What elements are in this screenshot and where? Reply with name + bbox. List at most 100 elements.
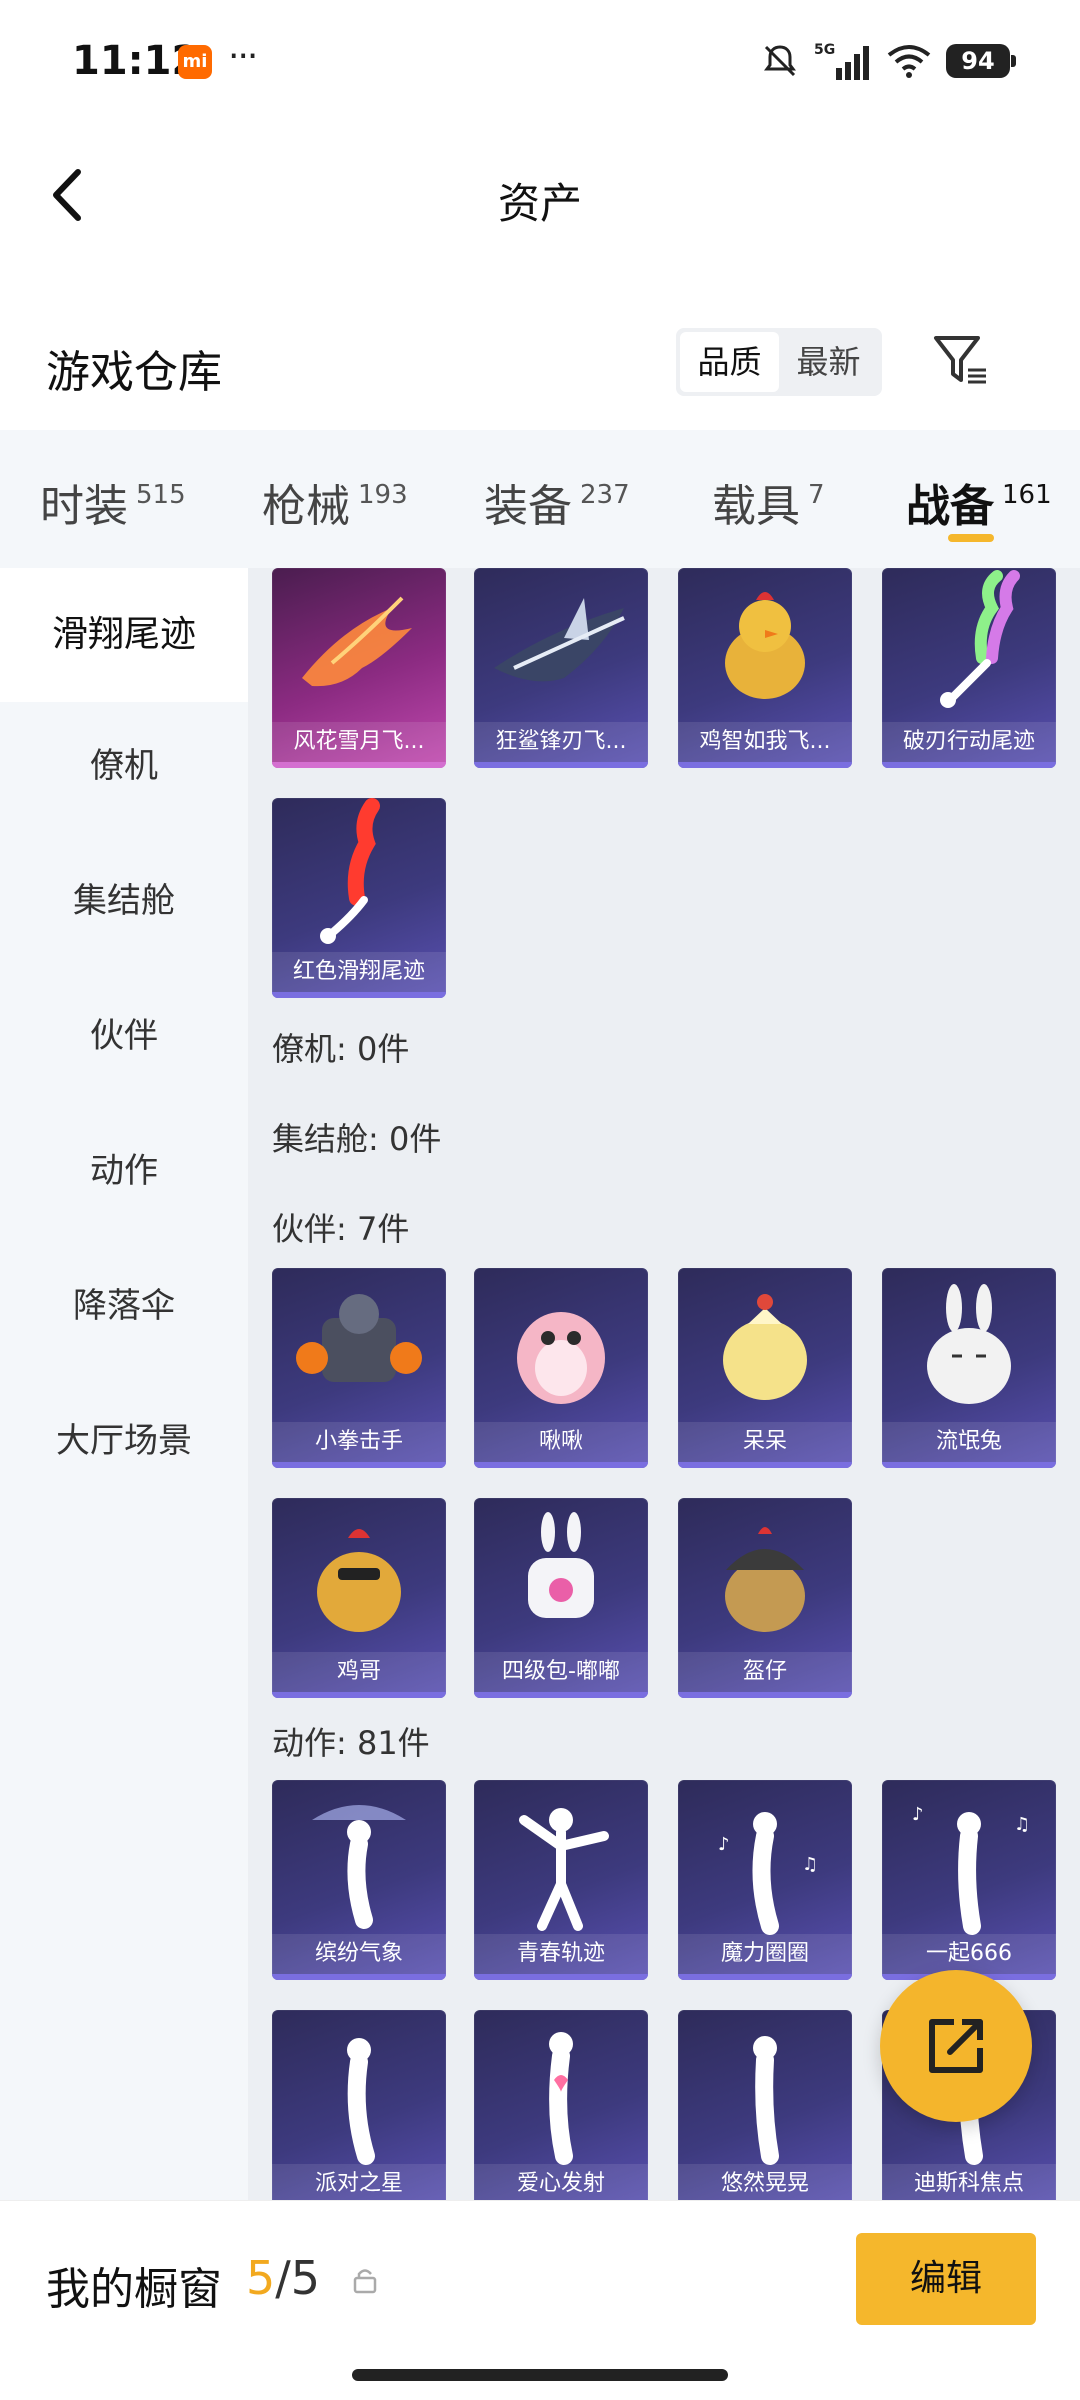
dance-pose-icon: [347, 2038, 375, 2165]
svg-text:♪: ♪: [718, 1834, 730, 1855]
item-label: 啾啾: [474, 1422, 648, 1462]
item-label: 小拳击手: [272, 1422, 446, 1462]
tab-label: 战备: [906, 481, 994, 532]
item-card[interactable]: ♪ ♫ 一起666: [882, 1780, 1056, 1980]
shark-icon: [494, 598, 625, 682]
section-wingman: 僚机: 0件: [272, 1030, 410, 1068]
sidebar-item-capsule[interactable]: 集结舱: [0, 873, 248, 922]
share-button[interactable]: [880, 1970, 1032, 2122]
showcase-current: 5: [246, 2251, 276, 2305]
svg-text:♫: ♫: [1014, 1814, 1030, 1835]
item-label: 风花雪月飞...: [272, 722, 446, 762]
sort-newest-option[interactable]: 最新: [779, 332, 878, 392]
item-card[interactable]: 鸡智如我飞...: [678, 568, 852, 768]
tab-fashion[interactable]: 时装 515: [40, 470, 186, 534]
item-card[interactable]: 流氓兔: [882, 1268, 1056, 1468]
item-card[interactable]: 破刃行动尾迹: [882, 568, 1056, 768]
sort-quality-option[interactable]: 品质: [680, 332, 779, 392]
item-label: 鸡智如我飞...: [678, 722, 852, 762]
sidebar-item-wingman[interactable]: 僚机: [0, 738, 248, 787]
bottom-bar: 我的橱窗 5/5 编辑: [0, 2200, 1080, 2400]
red-smoke-trail-icon: [320, 798, 380, 944]
tab-guns[interactable]: 枪械 193: [262, 470, 408, 534]
dance-pose-icon: [519, 1808, 609, 1931]
item-label: 派对之星: [272, 2164, 446, 2200]
tab-vehicles[interactable]: 载具 7: [712, 470, 825, 534]
item-card[interactable]: 红色滑翔尾迹: [272, 798, 446, 998]
chick-icon: [723, 1294, 807, 1400]
sidebar: 滑翔尾迹 僚机 集结舱 伙伴 动作 降落伞 大厅场景: [0, 568, 248, 2200]
item-card[interactable]: 狂鲨锋刃飞...: [474, 568, 648, 768]
heart-pose-icon: [549, 2032, 573, 2165]
lock-icon: [353, 2269, 377, 2294]
section-action: 动作: 81件: [272, 1724, 430, 1762]
item-card[interactable]: 小拳击手: [272, 1268, 446, 1468]
dance-pose-icon: ♪ ♫: [718, 1812, 818, 1935]
item-card[interactable]: 鸡哥: [272, 1498, 446, 1698]
item-label: 流氓兔: [882, 1422, 1056, 1462]
section-capsule: 集结舱: 0件: [272, 1120, 442, 1158]
sidebar-item-glide-trail[interactable]: 滑翔尾迹: [0, 568, 248, 702]
showcase-title: 我的橱窗: [46, 2264, 222, 2315]
mute-bell-icon: [764, 45, 796, 77]
item-label: 呆呆: [678, 1422, 852, 1462]
item-card[interactable]: 啾啾: [474, 1268, 648, 1468]
section-partner: 伙伴: 7件: [272, 1210, 410, 1248]
item-label: 破刃行动尾迹: [882, 722, 1056, 762]
category-tabs: 时装 515 枪械 193 装备 237 载具 7 战备 161: [0, 430, 1080, 568]
tab-equipment[interactable]: 装备 237: [484, 470, 630, 534]
item-label: 魔力圈圈: [678, 1934, 852, 1974]
item-card[interactable]: 缤纷气象: [272, 1780, 446, 1980]
showcase-total: /5: [275, 2251, 321, 2305]
battery-indicator: 94: [946, 44, 1016, 78]
sidebar-item-lobby-scene[interactable]: 大厅场景: [0, 1413, 248, 1462]
item-card[interactable]: 四级包-嘟嘟: [474, 1498, 648, 1698]
item-card[interactable]: 爱心发射: [474, 2010, 648, 2200]
sidebar-item-parachute[interactable]: 降落伞: [0, 1278, 248, 1327]
item-label: 四级包-嘟嘟: [474, 1652, 648, 1692]
rabbit-icon: [927, 1284, 1011, 1404]
item-label: 迪斯科焦点: [882, 2164, 1056, 2200]
dance-pose-icon: [312, 1805, 406, 1929]
item-label: 鸡哥: [272, 1652, 446, 1692]
dance-pose-icon: ♪ ♫: [912, 1804, 1030, 1935]
tab-count: 7: [808, 480, 825, 510]
item-card[interactable]: 呆呆: [678, 1268, 852, 1468]
tab-count: 237: [580, 480, 630, 510]
sidebar-item-action[interactable]: 动作: [0, 1143, 248, 1192]
item-card[interactable]: 风花雪月飞...: [272, 568, 446, 768]
edit-button[interactable]: 编辑: [856, 2233, 1036, 2325]
status-icons: 5G 94: [760, 40, 1016, 82]
rooster-icon: [317, 1529, 401, 1632]
item-card[interactable]: 悠然晃晃: [678, 2010, 852, 2200]
boxer-robot-icon: [296, 1294, 422, 1382]
item-card[interactable]: ♪ ♫ 魔力圈圈: [678, 1780, 852, 1980]
dance-pose-icon: [753, 2036, 779, 2165]
page-title: 资产: [497, 179, 582, 228]
bunny-robot-icon: [528, 1512, 594, 1618]
item-card[interactable]: 青春轨迹: [474, 1780, 648, 1980]
item-label: 红色滑翔尾迹: [272, 952, 446, 992]
sidebar-item-partner[interactable]: 伙伴: [0, 1008, 248, 1057]
chicken-icon: [725, 592, 805, 699]
status-bar: 11:12 mi ··· 5G 94: [0, 0, 1080, 125]
tab-count: 193: [358, 480, 408, 510]
item-card[interactable]: 派对之星: [272, 2010, 446, 2200]
wifi-icon: [887, 45, 931, 78]
tab-count: 161: [1002, 480, 1052, 510]
svg-text:♪: ♪: [912, 1804, 924, 1825]
tab-label: 载具: [712, 481, 800, 532]
mi-app-icon: mi: [178, 45, 212, 79]
tab-label: 枪械: [262, 481, 350, 532]
filter-icon[interactable]: [930, 330, 990, 390]
item-label: 缤纷气象: [272, 1934, 446, 1974]
helmet-chick-icon: [725, 1527, 805, 1632]
item-label: 悠然晃晃: [678, 2164, 852, 2200]
active-tab-indicator: [948, 534, 994, 542]
item-card[interactable]: 盔仔: [678, 1498, 852, 1698]
more-notifications-icon: ···: [228, 36, 258, 77]
tab-label: 时装: [40, 481, 128, 532]
warehouse-title: 游戏仓库: [46, 347, 222, 398]
tab-battle-gear[interactable]: 战备 161: [906, 470, 1052, 534]
item-grid: 风花雪月飞... 狂鲨锋刃飞... 鸡智如我飞... 破刃行动尾迹 红色滑翔尾迹…: [248, 568, 1080, 2200]
